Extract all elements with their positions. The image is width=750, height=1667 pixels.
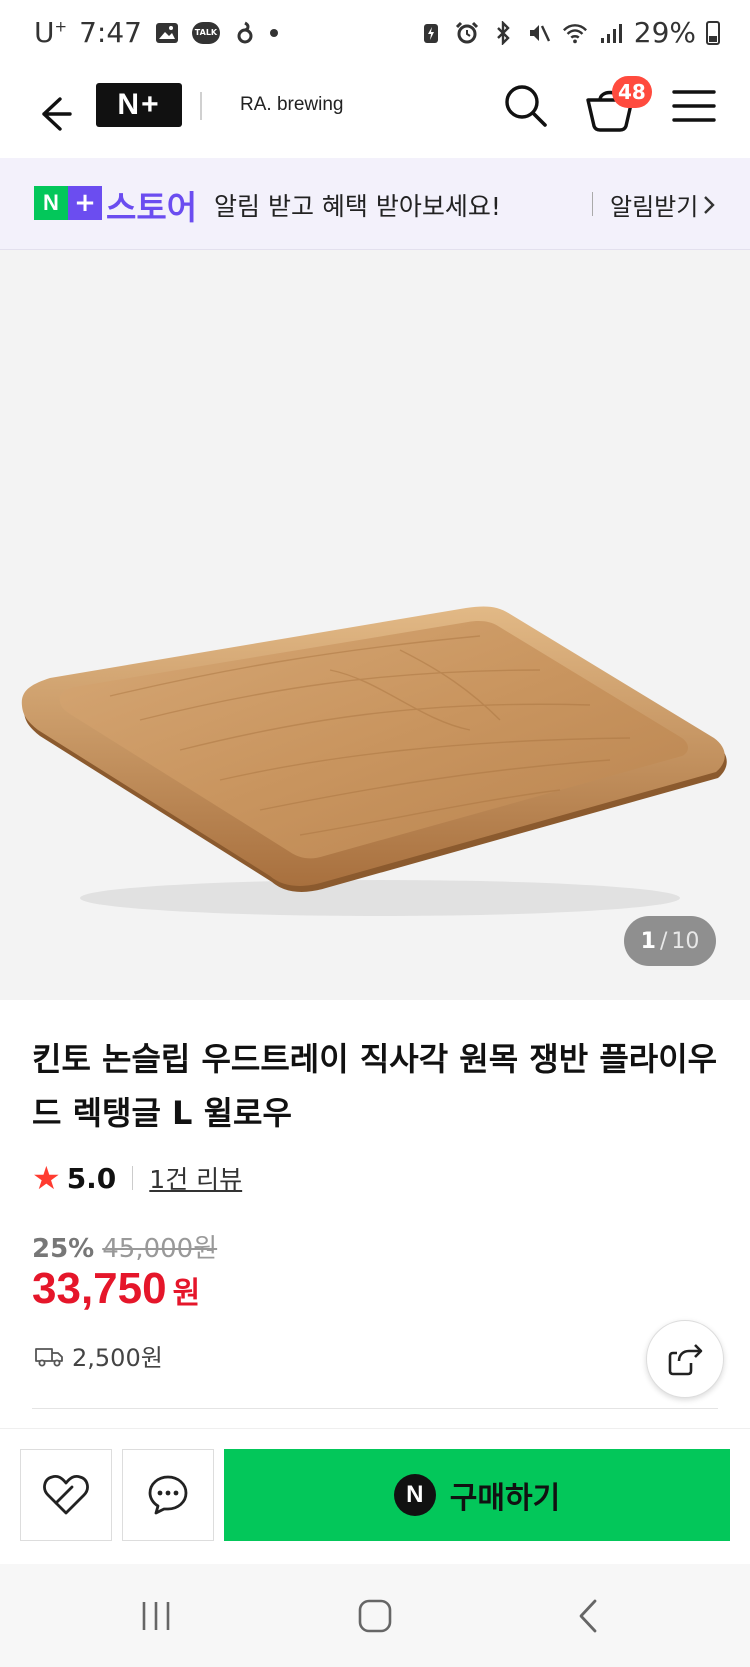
banner-divider — [592, 192, 593, 216]
discount-rate: 25% — [32, 1234, 95, 1264]
mute-icon — [526, 20, 552, 46]
header-divider — [200, 92, 202, 120]
chevron-right-icon — [704, 195, 716, 214]
price-unit: 원 — [172, 1276, 201, 1311]
rating-row: ★ 5.0 1건 리뷰 — [32, 1160, 242, 1196]
home-icon — [358, 1599, 392, 1633]
share-icon — [668, 1344, 703, 1376]
wifi-icon — [562, 20, 588, 46]
app-notification-icon — [232, 20, 258, 46]
banner-message: 알림 받고 혜택 받아보세요! — [214, 192, 501, 221]
buy-now-button[interactable]: N 구매하기 — [224, 1449, 730, 1541]
back-arrow-icon — [42, 97, 72, 131]
recent-apps-icon — [142, 1602, 170, 1630]
naver-pay-icon: N — [393, 1474, 436, 1516]
alarm-icon — [454, 20, 480, 46]
system-navigation-bar — [0, 1564, 750, 1667]
discount-row: 25% 45,000원 — [32, 1228, 217, 1265]
buy-now-label: 구매하기 — [449, 1481, 561, 1516]
review-count-link[interactable]: 1건 리뷰 — [149, 1160, 242, 1196]
product-image-gallery[interactable] — [0, 250, 750, 1000]
rating-divider — [132, 1166, 134, 1190]
more-notifications-dot-icon — [269, 28, 278, 37]
naver-plus-logo[interactable]: N+ — [96, 83, 182, 127]
share-button[interactable] — [646, 1320, 724, 1398]
clock: 7:47 — [79, 16, 142, 49]
store-name[interactable]: RA. brewing — [240, 94, 344, 116]
system-back-button[interactable] — [560, 1594, 620, 1638]
menu-button[interactable] — [668, 80, 720, 132]
battery-percent: 29% — [633, 16, 696, 49]
carrier-label: U+ — [34, 16, 68, 49]
section-divider — [32, 1408, 718, 1409]
cart-count-badge: 48 — [612, 76, 652, 108]
bluetooth-icon — [490, 20, 516, 46]
rating-score: 5.0 — [66, 1161, 117, 1195]
home-button[interactable] — [345, 1594, 405, 1638]
system-back-icon — [579, 1599, 597, 1633]
heart-icon — [43, 1474, 89, 1515]
chat-bubble-icon — [148, 1475, 188, 1515]
shipping-fee: 2,500원 — [72, 1344, 163, 1372]
delivery-truck-icon — [35, 1347, 63, 1366]
status-bar: U+ 7:47 TALK 29% — [0, 0, 750, 68]
battery-icon — [706, 20, 720, 45]
shipping-fee-row: 2,500원 — [34, 1338, 163, 1373]
hamburger-menu-icon — [672, 90, 716, 122]
notification-banner[interactable]: N + 스토어 알림 받고 혜택 받아보세요! 알림받기 — [0, 158, 750, 250]
original-price: 45,000원 — [102, 1234, 218, 1264]
price-row: 33,750 원 — [32, 1264, 200, 1314]
sale-price: 33,750 — [32, 1264, 167, 1313]
signal-icon — [598, 20, 624, 46]
purchase-action-bar: N 구매하기 — [0, 1428, 750, 1564]
product-title: 킨토 논슬립 우드트레이 직사각 원목 쟁반 플라이우드 렉탱글 L 윌로우 — [32, 1040, 718, 1132]
store-label: 스토어 — [106, 188, 198, 227]
subscribe-notifications-link[interactable]: 알림받기 — [610, 187, 716, 222]
talk-talk-button[interactable] — [122, 1449, 214, 1541]
wishlist-button[interactable] — [20, 1449, 112, 1541]
image-page-counter: 1 / 10 — [624, 916, 716, 966]
kakaotalk-notification-icon: TALK — [191, 21, 220, 44]
gallery-notification-icon — [154, 20, 180, 46]
back-button[interactable] — [24, 84, 84, 144]
product-page: U+ 7:47 TALK 29% N+ RA. brewing 48 N + 스… — [0, 0, 750, 1667]
wooden-tray-image — [21, 606, 727, 916]
battery-saver-icon — [418, 20, 444, 46]
naver-plus-store-logo: N + — [34, 186, 102, 220]
star-icon: ★ — [32, 1159, 61, 1197]
search-icon — [505, 85, 547, 127]
top-navigation: N+ RA. brewing 48 — [0, 68, 750, 160]
search-button[interactable] — [500, 80, 552, 132]
recent-apps-button[interactable] — [126, 1594, 186, 1638]
